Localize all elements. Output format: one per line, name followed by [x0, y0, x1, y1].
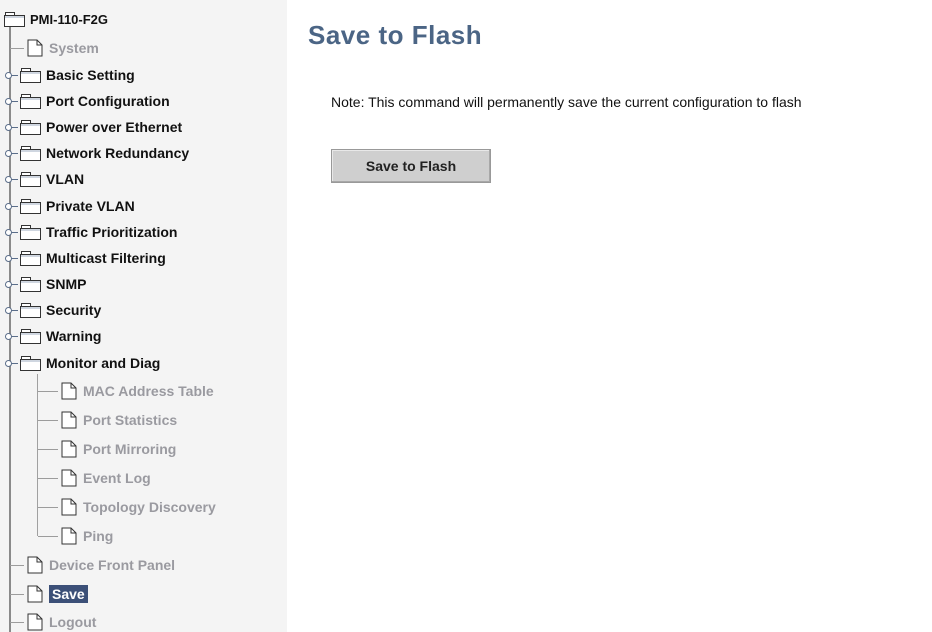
- document-icon: [61, 440, 77, 458]
- folder-icon: [20, 94, 41, 109]
- folder-icon: [20, 329, 41, 344]
- document-icon: [61, 411, 77, 429]
- tree-item-snmp[interactable]: SNMP: [5, 271, 86, 297]
- folder-icon: [20, 251, 41, 266]
- tree-item-network-redundancy[interactable]: Network Redundancy: [5, 140, 189, 166]
- tree-item-traffic-prioritization[interactable]: Traffic Prioritization: [5, 219, 177, 245]
- tree-item-label: System: [49, 40, 99, 56]
- folder-icon: [20, 68, 41, 83]
- expand-icon[interactable]: [5, 253, 18, 263]
- expand-icon[interactable]: [5, 331, 18, 341]
- expand-icon[interactable]: [5, 174, 18, 184]
- tree-item-label-selected: Save: [49, 585, 88, 603]
- tree-item-save[interactable]: Save: [27, 581, 88, 607]
- tree-item-basic-setting[interactable]: Basic Setting: [5, 62, 135, 88]
- document-icon: [27, 613, 43, 631]
- tree-item-port-mirroring[interactable]: Port Mirroring: [61, 436, 176, 462]
- document-icon: [61, 527, 77, 545]
- tree-root-label: PMI-110-F2G: [30, 11, 109, 27]
- folder-icon: [20, 303, 41, 318]
- save-to-flash-button[interactable]: Save to Flash: [331, 149, 491, 183]
- tree-item-event-log[interactable]: Event Log: [61, 465, 151, 491]
- tree-item-label: Logout: [49, 614, 97, 630]
- tree-item-topology-discovery[interactable]: Topology Discovery: [61, 494, 216, 520]
- folder-icon: [20, 199, 41, 214]
- tree-item-device-front-panel[interactable]: Device Front Panel: [27, 552, 175, 578]
- tree-item-label: MAC Address Table: [83, 383, 214, 399]
- tree-item-label: Traffic Prioritization: [46, 224, 178, 240]
- tree-item-label: Port Mirroring: [83, 441, 177, 457]
- expand-icon[interactable]: [5, 201, 18, 211]
- expand-icon[interactable]: [5, 70, 18, 80]
- tree-item-label: Monitor and Diag: [46, 355, 161, 371]
- expand-icon[interactable]: [5, 122, 18, 132]
- tree-item-label: Network Redundancy: [46, 145, 190, 161]
- tree-item-system[interactable]: System: [27, 35, 99, 61]
- folder-icon: [20, 120, 41, 135]
- tree-item-label: Event Log: [83, 470, 151, 486]
- tree-item-vlan[interactable]: VLAN: [5, 166, 84, 192]
- tree-item-security[interactable]: Security: [5, 297, 101, 323]
- tree-item-label: Ping: [83, 528, 114, 544]
- tree-item-ping[interactable]: Ping: [61, 523, 113, 549]
- expand-icon[interactable]: [5, 279, 18, 289]
- navigation-tree: PMI-110-F2G System Basic Setting Port Co…: [0, 0, 287, 632]
- tree-item-port-statistics[interactable]: Port Statistics: [61, 407, 177, 433]
- tree-item-label: Device Front Panel: [49, 557, 176, 573]
- tree-item-label: Port Configuration: [46, 93, 170, 109]
- tree-item-label: Power over Ethernet: [46, 119, 183, 135]
- expand-icon[interactable]: [5, 227, 18, 237]
- expand-icon[interactable]: [5, 96, 18, 106]
- tree-item-label: Multicast Filtering: [46, 250, 166, 266]
- tree-item-monitor-and-diag[interactable]: Monitor and Diag: [5, 350, 160, 376]
- expand-icon[interactable]: [5, 305, 18, 315]
- folder-icon: [20, 146, 41, 161]
- tree-item-port-configuration[interactable]: Port Configuration: [5, 88, 170, 114]
- tree-root[interactable]: PMI-110-F2G: [4, 6, 108, 32]
- tree-item-warning[interactable]: Warning: [5, 323, 101, 349]
- folder-icon: [20, 225, 41, 240]
- folder-open-icon: [20, 356, 41, 371]
- page-title: Save to Flash: [308, 20, 483, 50]
- tree-item-label: Private VLAN: [46, 198, 135, 214]
- tree-item-label: VLAN: [46, 171, 85, 187]
- document-icon: [27, 585, 43, 603]
- tree-item-mac-address-table[interactable]: MAC Address Table: [61, 378, 214, 404]
- tree-item-label: Warning: [46, 328, 102, 344]
- folder-icon: [4, 12, 25, 27]
- tree-item-label: Basic Setting: [46, 67, 135, 83]
- note-text: Note: This command will permanently save…: [331, 94, 802, 110]
- main-content: Save to Flash Note: This command will pe…: [287, 0, 932, 632]
- document-icon: [27, 39, 43, 57]
- tree-item-power-over-ethernet[interactable]: Power over Ethernet: [5, 114, 182, 140]
- tree-item-label: Security: [46, 302, 102, 318]
- folder-icon: [20, 172, 41, 187]
- expand-icon[interactable]: [5, 148, 18, 158]
- tree-item-multicast-filtering[interactable]: Multicast Filtering: [5, 245, 166, 271]
- tree-item-label: Port Statistics: [83, 412, 178, 428]
- tree-item-label: SNMP: [46, 276, 87, 292]
- tree-item-private-vlan[interactable]: Private VLAN: [5, 193, 135, 219]
- document-icon: [27, 556, 43, 574]
- document-icon: [61, 382, 77, 400]
- document-icon: [61, 498, 77, 516]
- folder-icon: [20, 277, 41, 292]
- collapse-icon[interactable]: [5, 358, 18, 368]
- tree-item-logout[interactable]: Logout: [27, 609, 96, 632]
- document-icon: [61, 469, 77, 487]
- tree-item-label: Topology Discovery: [83, 499, 216, 515]
